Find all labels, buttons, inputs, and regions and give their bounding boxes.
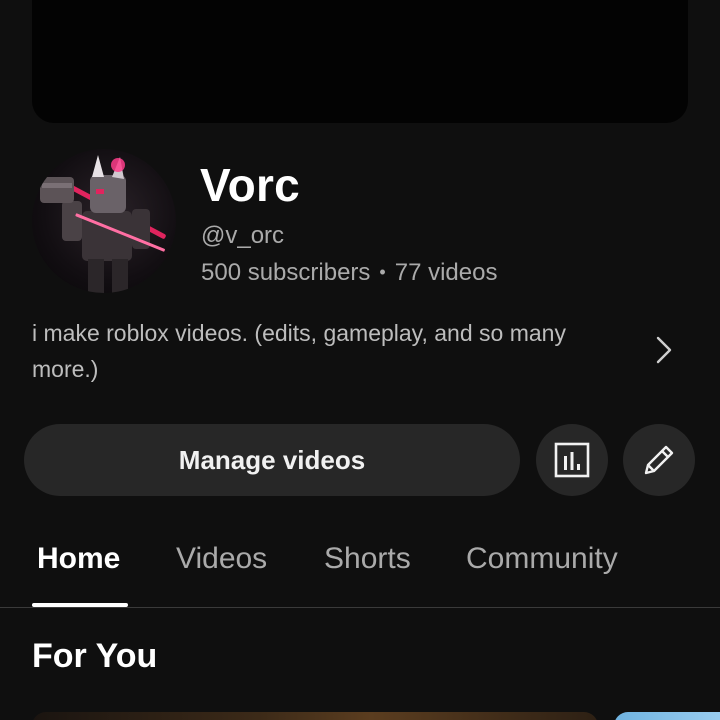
channel-name: Vorc bbox=[200, 159, 301, 211]
channel-banner[interactable] bbox=[32, 0, 688, 123]
analytics-button[interactable] bbox=[536, 424, 608, 496]
analytics-icon bbox=[554, 442, 590, 478]
tab-community[interactable]: Community bbox=[466, 542, 618, 576]
avatar-character-icon bbox=[40, 155, 166, 293]
pencil-icon bbox=[644, 445, 674, 475]
channel-avatar[interactable] bbox=[32, 149, 176, 293]
video-thumbnail[interactable] bbox=[614, 712, 720, 720]
tab-videos[interactable]: Videos bbox=[176, 542, 267, 576]
video-thumbnail[interactable] bbox=[32, 712, 598, 720]
manage-videos-button[interactable]: Manage videos bbox=[24, 424, 520, 496]
tab-shorts[interactable]: Shorts bbox=[324, 542, 411, 576]
channel-handle: @v_orc bbox=[201, 222, 285, 249]
channel-tabs: Home Videos Shorts Community bbox=[0, 530, 720, 608]
tab-home[interactable]: Home bbox=[37, 542, 120, 576]
video-count: 77 videos bbox=[394, 259, 498, 286]
channel-stats: 500 subscribers • 77 videos bbox=[201, 259, 497, 287]
channel-description[interactable]: i make roblox videos. (edits, gameplay, … bbox=[32, 315, 632, 387]
section-title: For You bbox=[32, 637, 158, 675]
stats-separator: • bbox=[379, 262, 386, 282]
edit-channel-button[interactable] bbox=[623, 424, 695, 496]
tabs-divider bbox=[0, 607, 720, 608]
subscriber-count: 500 subscribers bbox=[201, 259, 371, 286]
chevron-right-icon[interactable] bbox=[650, 334, 678, 366]
channel-page: Vorc @v_orc 500 subscribers • 77 videos i … bbox=[0, 0, 720, 720]
